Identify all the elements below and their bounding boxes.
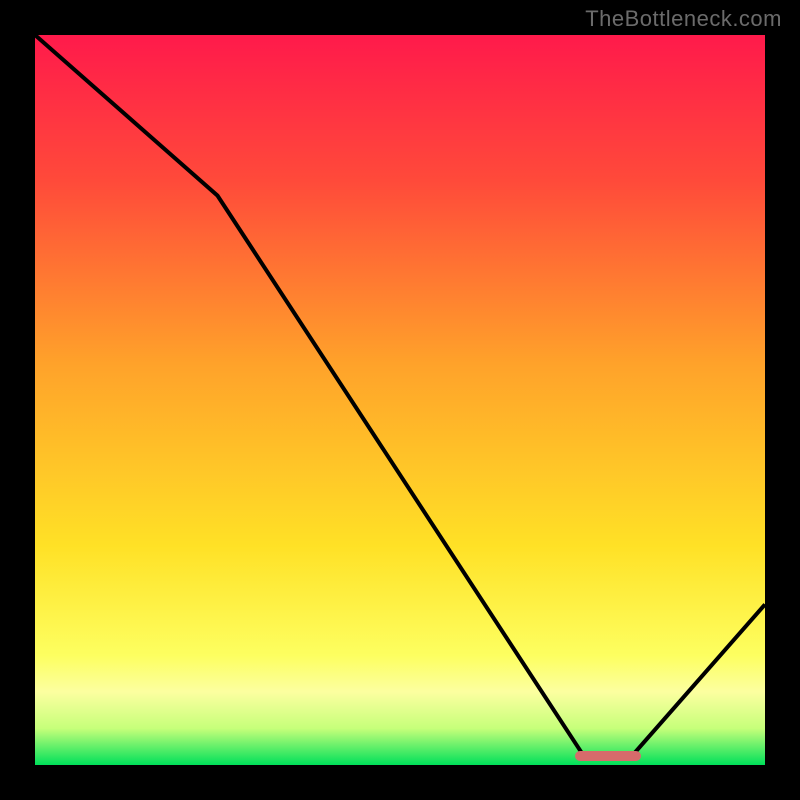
curve-path	[35, 35, 765, 754]
plot-area	[35, 35, 765, 765]
chart-frame: TheBottleneck.com	[0, 0, 800, 800]
optimal-range-marker	[575, 751, 641, 761]
bottleneck-curve	[35, 35, 765, 765]
watermark-text: TheBottleneck.com	[585, 6, 782, 32]
